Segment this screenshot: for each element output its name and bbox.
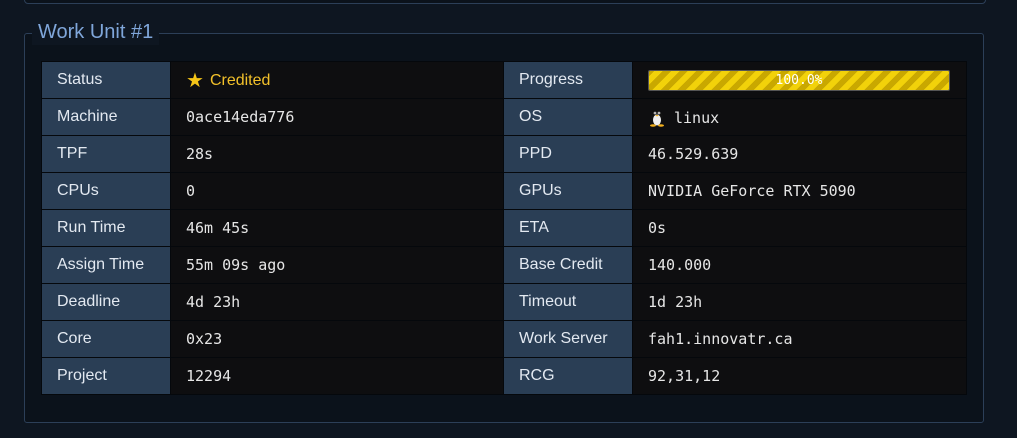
tpf-value: 28s [170,135,504,173]
progress-value-cell: 100.0% [632,61,967,99]
run-time-label: Run Time [41,209,171,247]
cpus-label: CPUs [41,172,171,210]
core-value: 0x23 [170,320,504,358]
project-label: Project [41,357,171,395]
table-row: Run Time 46m 45s ETA 0s [41,209,967,247]
core-label: Core [41,320,171,358]
status-label: Status [41,61,171,99]
timeout-value: 1d 23h [632,283,967,321]
work-server-label: Work Server [503,320,633,358]
ppd-value: 46.529.639 [632,135,967,173]
previous-panel-edge [24,0,986,4]
work-server-value: fah1.innovatr.ca [632,320,967,358]
deadline-value: 4d 23h [170,283,504,321]
table-row: Assign Time 55m 09s ago Base Credit 140.… [41,246,967,284]
ppd-label: PPD [503,135,633,173]
base-credit-value: 140.000 [632,246,967,284]
rcg-value: 92,31,12 [632,357,967,395]
star-icon: ★ [186,69,204,92]
project-value: 12294 [170,357,504,395]
eta-value: 0s [632,209,967,247]
table-row: Deadline 4d 23h Timeout 1d 23h [41,283,967,321]
work-unit-title: Work Unit #1 [32,19,160,45]
table-row: Core 0x23 Work Server fah1.innovatr.ca [41,320,967,358]
os-value: linux [674,109,720,127]
os-value-cell: linux [632,98,967,136]
machine-value: 0ace14eda776 [170,98,504,136]
run-time-value: 46m 45s [170,209,504,247]
work-unit-info-table: Status ★ Credited Progress 100.0% Machine… [41,61,967,395]
os-label: OS [503,98,633,136]
tpf-label: TPF [41,135,171,173]
linux-tux-icon [650,110,664,127]
eta-label: ETA [503,209,633,247]
progress-bar: 100.0% [648,69,950,91]
table-row: TPF 28s PPD 46.529.639 [41,135,967,173]
table-row: Status ★ Credited Progress 100.0% [41,61,967,99]
status-badge: Credited [209,71,271,89]
progress-percent: 100.0% [775,72,823,88]
base-credit-label: Base Credit [503,246,633,284]
timeout-label: Timeout [503,283,633,321]
progress-label: Progress [503,61,633,99]
gpus-label: GPUs [503,172,633,210]
table-row: CPUs 0 GPUs NVIDIA GeForce RTX 5090 [41,172,967,210]
rcg-label: RCG [503,357,633,395]
status-value-cell: ★ Credited [170,61,504,99]
machine-label: Machine [41,98,171,136]
table-row: Project 12294 RCG 92,31,12 [41,357,967,395]
cpus-value: 0 [170,172,504,210]
deadline-label: Deadline [41,283,171,321]
assign-time-label: Assign Time [41,246,171,284]
gpus-value: NVIDIA GeForce RTX 5090 [632,172,967,210]
table-row: Machine 0ace14eda776 OS linux [41,98,967,136]
assign-time-value: 55m 09s ago [170,246,504,284]
